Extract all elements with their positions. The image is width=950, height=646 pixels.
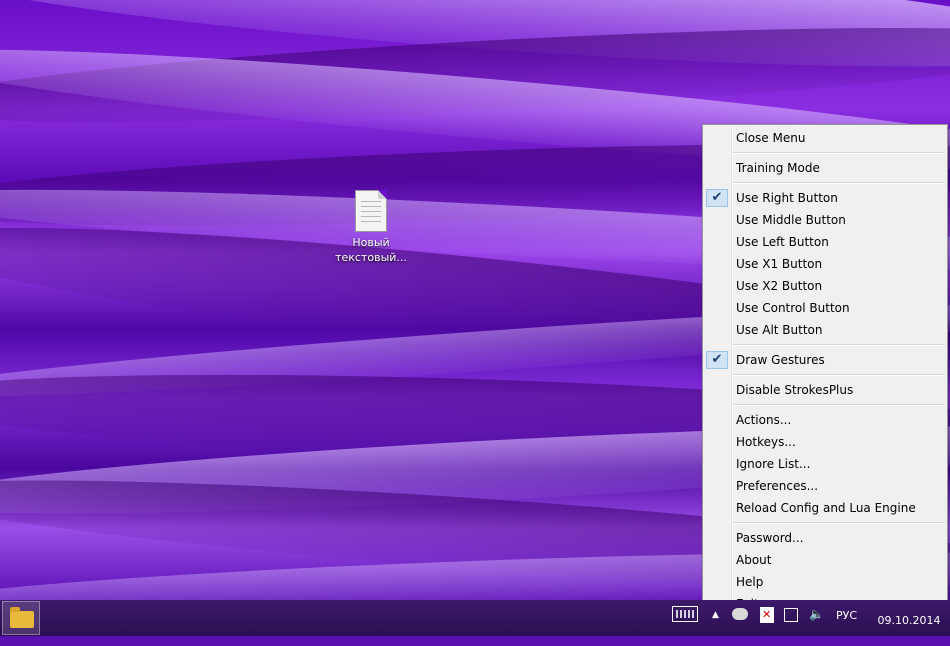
menu-item-label: Disable StrokesPlus (736, 383, 854, 397)
taskbar: ▲ 🔈 РУС 09.10.2014 (0, 600, 950, 636)
menu-item-label: Close Menu (736, 131, 806, 145)
desktop-file-label-1: Новый (352, 236, 390, 249)
menu-item-preferences[interactable]: Preferences... (703, 475, 947, 497)
menu-item-help[interactable]: Help (703, 571, 947, 593)
menu-item-ignore-list[interactable]: Ignore List... (703, 453, 947, 475)
menu-separator (733, 182, 945, 184)
menu-item-training-mode[interactable]: Training Mode (703, 157, 947, 179)
menu-item-label: Hotkeys... (736, 435, 796, 449)
menu-item-label: Ignore List... (736, 457, 811, 471)
menu-separator (733, 374, 945, 376)
clock-date: 09.10.2014 (877, 614, 941, 627)
menu-item-label: Training Mode (736, 161, 820, 175)
menu-separator (733, 404, 945, 406)
clock-time (874, 600, 944, 613)
network-icon[interactable] (784, 608, 798, 622)
menu-item-label: Preferences... (736, 479, 819, 493)
menu-item-use-right-button[interactable]: ✔ Use Right Button (703, 187, 947, 209)
show-hidden-icons-button[interactable]: ▲ (712, 610, 719, 646)
checkmark-icon: ✔ (706, 351, 728, 369)
menu-item-label: Use Control Button (736, 301, 850, 315)
menu-item-label: Help (736, 575, 764, 589)
clock[interactable]: 09.10.2014 (874, 600, 944, 636)
menu-item-use-x1-button[interactable]: Use X1 Button (703, 253, 947, 275)
text-file-icon (355, 190, 387, 232)
menu-item-label: Use Right Button (736, 191, 838, 205)
menu-separator (733, 522, 945, 524)
menu-item-label: Actions... (736, 413, 792, 427)
menu-item-actions[interactable]: Actions... (703, 409, 947, 431)
menu-item-use-middle-button[interactable]: Use Middle Button (703, 209, 947, 231)
menu-item-hotkeys[interactable]: Hotkeys... (703, 431, 947, 453)
input-language-indicator[interactable]: РУС (836, 609, 857, 645)
menu-item-use-control-button[interactable]: Use Control Button (703, 297, 947, 319)
menu-item-label: Use Alt Button (736, 323, 823, 337)
checkmark-icon: ✔ (706, 189, 728, 207)
desktop-file-label-2: текстовый... (335, 251, 407, 264)
file-explorer-taskbar-button[interactable] (2, 601, 40, 635)
menu-separator (733, 152, 945, 154)
menu-item-draw-gestures[interactable]: ✔ Draw Gestures (703, 349, 947, 371)
menu-item-label: Use Left Button (736, 235, 829, 249)
desktop-file-icon[interactable]: Новый текстовый... (330, 190, 412, 265)
menu-separator (733, 344, 945, 346)
strokesplus-tray-icon[interactable] (732, 608, 748, 620)
strokesplus-tray-menu: Close Menu Training Mode ✔ Use Right Button… (702, 124, 948, 611)
action-center-flag-icon[interactable] (760, 607, 774, 623)
menu-item-label: Use X2 Button (736, 279, 823, 293)
menu-item-label: About (736, 553, 772, 567)
menu-item-label: Use Middle Button (736, 213, 846, 227)
menu-item-about[interactable]: About (703, 549, 947, 571)
menu-item-use-x2-button[interactable]: Use X2 Button (703, 275, 947, 297)
menu-item-label: Reload Config and Lua Engine (736, 501, 916, 515)
menu-item-use-left-button[interactable]: Use Left Button (703, 231, 947, 253)
menu-item-password[interactable]: Password... (703, 527, 947, 549)
volume-icon[interactable]: 🔈 (809, 607, 824, 643)
menu-item-reload-config-and-lua-engine[interactable]: Reload Config and Lua Engine (703, 497, 947, 519)
menu-item-close-menu[interactable]: Close Menu (703, 127, 947, 149)
menu-item-label: Use X1 Button (736, 257, 823, 271)
menu-item-use-alt-button[interactable]: Use Alt Button (703, 319, 947, 341)
touch-keyboard-icon[interactable] (672, 606, 698, 622)
menu-item-disable-strokesplus[interactable]: Disable StrokesPlus (703, 379, 947, 401)
menu-item-label: Draw Gestures (736, 353, 825, 367)
folder-icon (10, 607, 34, 628)
menu-item-label: Password... (736, 531, 804, 545)
